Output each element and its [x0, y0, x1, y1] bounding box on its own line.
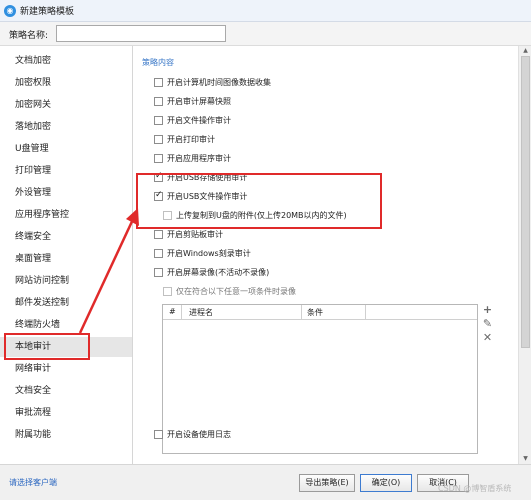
checkbox[interactable] [163, 286, 172, 296]
option-windows-burn-audit[interactable]: 开启Windows刻录审计 [154, 246, 251, 260]
sidebar-item-auxiliary[interactable]: 附属功能 [0, 425, 132, 445]
sidebar-item-network-audit[interactable]: 网络审计 [0, 359, 132, 379]
sidebar-item-landing-encrypt[interactable]: 落地加密 [0, 117, 132, 137]
policy-name-label: 策略名称: [9, 31, 49, 41]
sidebar-item-doc-security[interactable]: 文档安全 [0, 381, 132, 401]
edit-icon[interactable]: ✎ [482, 318, 493, 329]
option-label: 开启文件操作审计 [167, 115, 231, 125]
sidebar-item-usb-management[interactable]: U盘管理 [0, 139, 132, 159]
checkbox[interactable] [154, 115, 163, 125]
policy-content-panel: 策略内容 开启计算机时间图像数据收集 开启审计屏幕快照 开启文件操作审计 开启打… [133, 46, 531, 464]
delete-icon[interactable]: ✕ [482, 332, 493, 343]
option-app-audit[interactable]: 开启应用程序审计 [154, 151, 231, 165]
select-client-link[interactable]: 请选择客户端 [9, 477, 57, 488]
column-header-condition: 条件 [307, 308, 323, 317]
sidebar-item-encrypt-permission[interactable]: 加密权限 [0, 73, 132, 93]
option-screen-recording[interactable]: 开启屏幕录像(不活动不录像) [154, 265, 269, 279]
window-title: 新建策略模板 [20, 7, 75, 17]
checkbox[interactable] [154, 267, 163, 277]
option-record-conditions[interactable]: 仅在符合以下任意一项条件时录像 [163, 284, 296, 298]
policy-name-bar: 策略名称: [0, 22, 531, 46]
option-label: 开启审计屏幕快照 [167, 96, 231, 106]
option-screen-snapshot[interactable]: 开启审计屏幕快照 [154, 94, 231, 108]
checkbox[interactable] [154, 248, 163, 258]
checkbox[interactable] [154, 153, 163, 163]
title-bar: ◉ 新建策略模板 [0, 0, 531, 22]
section-title-policy-content: 策略内容 [142, 58, 174, 67]
add-icon[interactable]: + [482, 304, 493, 315]
sidebar-item-app-control[interactable]: 应用程序管控 [0, 205, 132, 225]
watermark-text: CSDN @博智盾系统 [438, 484, 512, 493]
policy-name-input[interactable] [56, 25, 226, 42]
checkbox[interactable] [154, 429, 163, 439]
checkbox[interactable] [154, 77, 163, 87]
checkbox[interactable] [154, 229, 163, 239]
option-computer-time-image[interactable]: 开启计算机时间图像数据收集 [154, 75, 271, 89]
option-label: 开启打印审计 [167, 134, 215, 144]
sidebar-item-website-control[interactable]: 网站访问控制 [0, 271, 132, 291]
app-logo-icon: ◉ [4, 4, 16, 17]
sidebar-item-approval-flow[interactable]: 审批流程 [0, 403, 132, 423]
option-file-operation-audit[interactable]: 开启文件操作审计 [154, 113, 231, 127]
checkbox[interactable] [154, 134, 163, 144]
option-label: 开启屏幕录像(不活动不录像) [167, 267, 270, 277]
option-label: 仅在符合以下任意一项条件时录像 [176, 286, 296, 296]
column-header-index: # [169, 307, 176, 316]
option-label: 开启设备使用日志 [167, 429, 231, 439]
export-policy-button[interactable]: 导出策略(E) [299, 474, 355, 492]
option-label: 开启计算机时间图像数据收集 [167, 77, 271, 87]
option-clipboard-audit[interactable]: 开启剪贴板审计 [154, 227, 223, 241]
highlight-box-usb-options [136, 173, 382, 229]
checkbox[interactable] [154, 96, 163, 106]
ok-button[interactable]: 确定(O) [360, 474, 412, 492]
dialog-footer: 请选择客户端 导出策略(E) 确定(O) 取消(C) CSDN @博智盾系统 [0, 464, 531, 500]
sidebar-item-terminal-security[interactable]: 终端安全 [0, 227, 132, 247]
sidebar-item-doc-encrypt[interactable]: 文档加密 [0, 51, 132, 71]
sidebar-item-encrypt-gateway[interactable]: 加密网关 [0, 95, 132, 115]
vertical-scrollbar[interactable]: ▲ ▼ [518, 46, 531, 464]
option-device-usage-log[interactable]: 开启设备使用日志 [154, 427, 231, 441]
sidebar-item-print-management[interactable]: 打印管理 [0, 161, 132, 181]
option-label: 开启应用程序审计 [167, 153, 231, 163]
option-label: 开启Windows刻录审计 [167, 248, 251, 258]
sidebar-item-mail-control[interactable]: 邮件发送控制 [0, 293, 132, 313]
scroll-up-icon[interactable]: ▲ [521, 47, 530, 55]
scroll-down-icon[interactable]: ▼ [521, 455, 530, 463]
column-header-process: 进程名 [189, 308, 213, 317]
option-label: 开启剪贴板审计 [167, 229, 223, 239]
category-sidebar: 文档加密 加密权限 加密网关 落地加密 U盘管理 打印管理 外设管理 应用程序管… [0, 46, 133, 464]
sidebar-item-desktop-management[interactable]: 桌面管理 [0, 249, 132, 269]
sidebar-item-peripheral-management[interactable]: 外设管理 [0, 183, 132, 203]
scrollbar-thumb[interactable] [521, 56, 530, 348]
table-header: # 进程名 条件 [163, 305, 477, 320]
highlight-box-local-audit [4, 333, 90, 360]
option-print-audit[interactable]: 开启打印审计 [154, 132, 215, 146]
sidebar-item-terminal-firewall[interactable]: 终端防火墙 [0, 315, 132, 335]
